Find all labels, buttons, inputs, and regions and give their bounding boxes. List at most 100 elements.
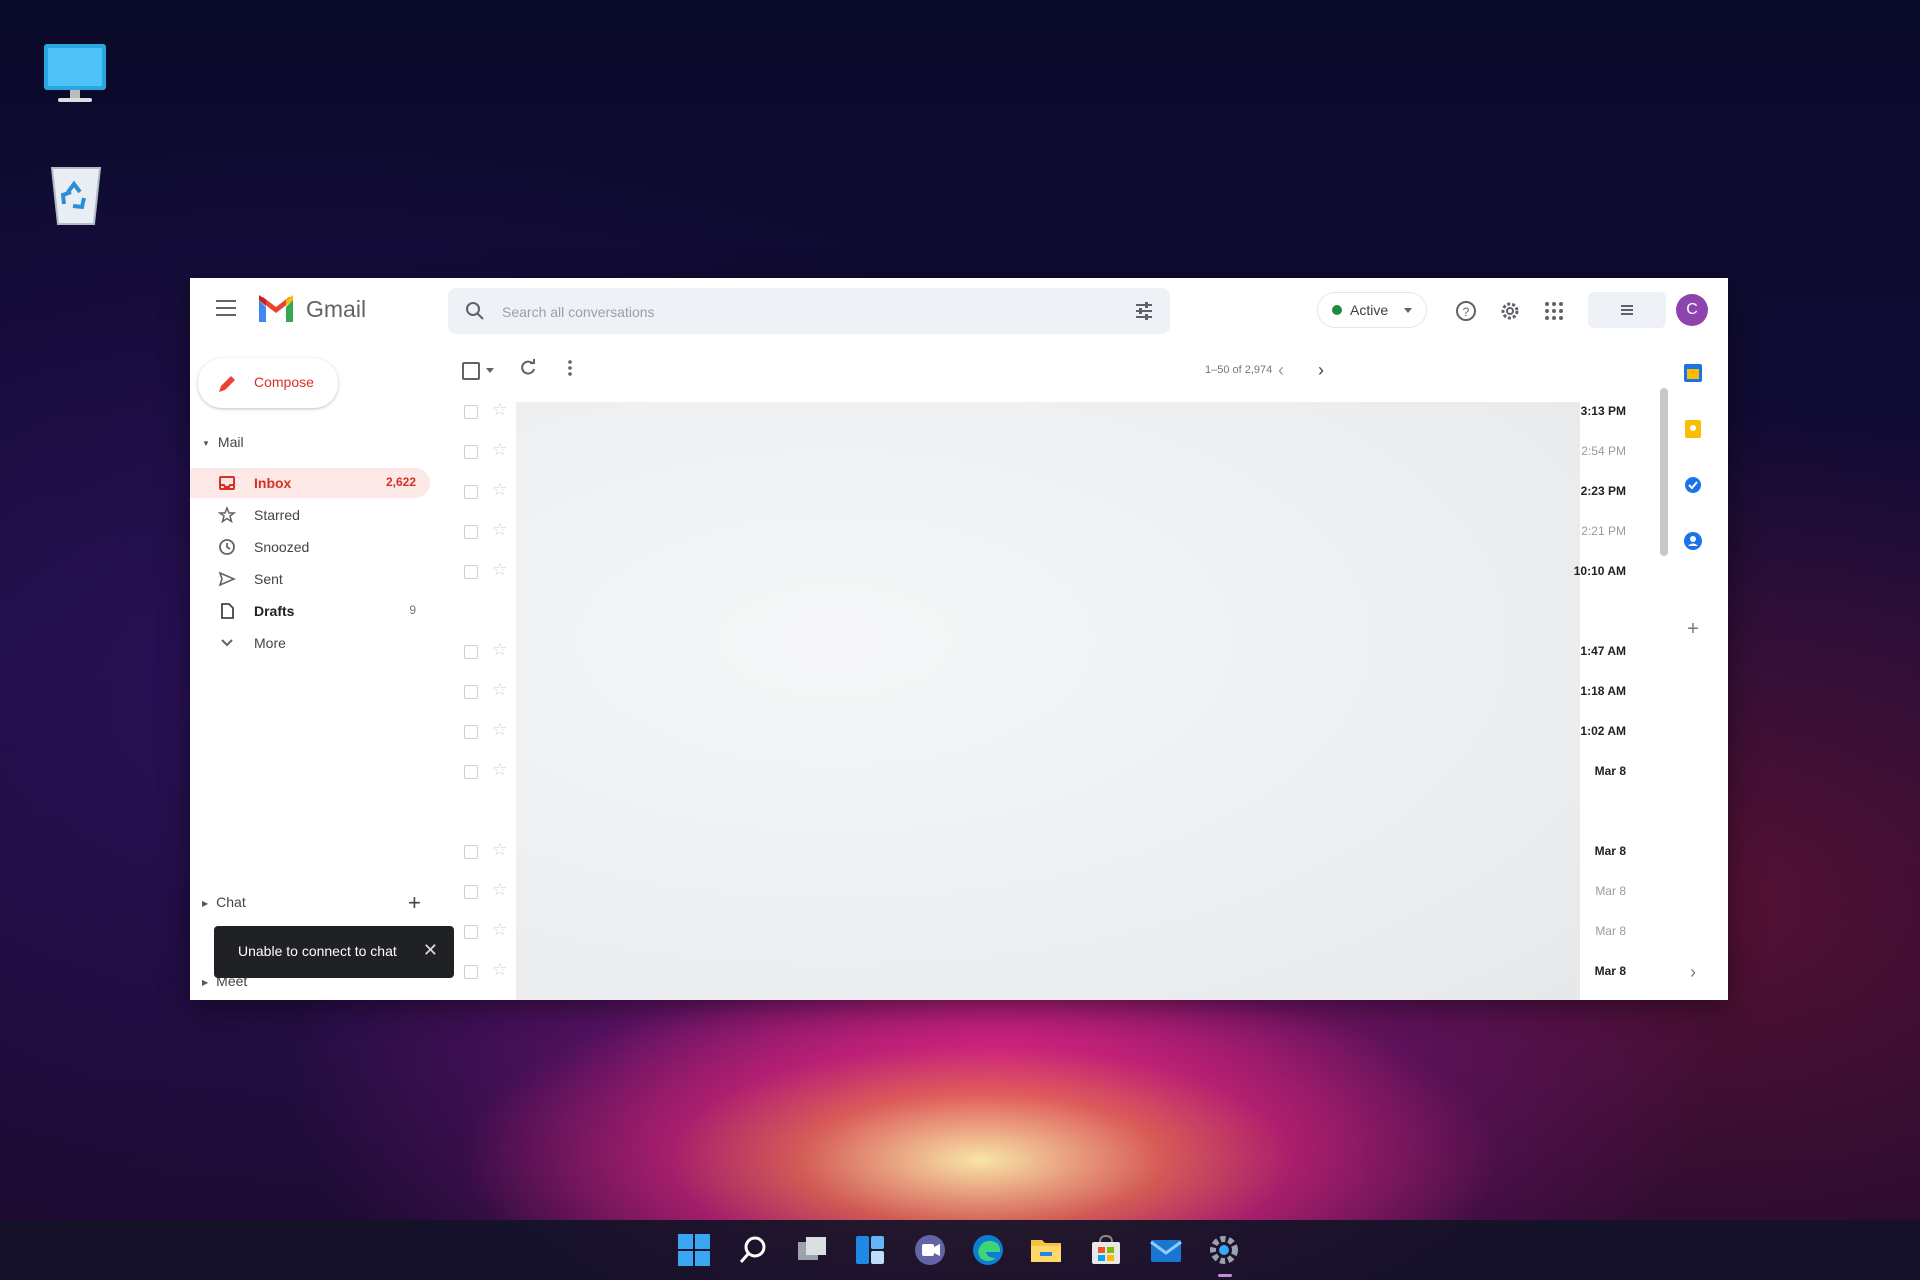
row-time: 10:10 AM	[1574, 564, 1626, 578]
table-row[interactable]: ☆ 1:47 AM	[460, 632, 1660, 672]
this-pc-icon[interactable]	[40, 40, 112, 112]
row-time: Mar 8	[1595, 844, 1626, 858]
chevron-right-icon[interactable]: ›	[1318, 360, 1324, 381]
star-icon[interactable]: ☆	[492, 440, 507, 460]
row-checkbox[interactable]	[464, 725, 478, 739]
sidebar-item-drafts[interactable]: Drafts 9	[190, 596, 430, 626]
refresh-icon[interactable]	[518, 358, 538, 383]
contacts-icon[interactable]	[1682, 530, 1704, 552]
table-row[interactable]: ☆ Mar 8	[460, 832, 1660, 872]
star-icon[interactable]: ☆	[492, 880, 507, 900]
row-time: 2:21 PM	[1581, 524, 1626, 538]
row-time: 1:47 AM	[1580, 644, 1626, 658]
row-checkbox[interactable]	[464, 645, 478, 659]
list-scrollbar[interactable]	[1660, 388, 1668, 556]
table-row[interactable]: ☆1:02 AM	[460, 712, 1660, 752]
add-addon-plus-icon[interactable]: +	[1682, 618, 1704, 640]
settings-gear-icon[interactable]	[1498, 299, 1522, 323]
table-row[interactable]: ☆Mar 8	[460, 952, 1660, 992]
table-row[interactable]: ☆2:23 PM	[460, 472, 1660, 512]
sidebar-item-snoozed[interactable]: Snoozed	[190, 532, 430, 562]
search-options-icon[interactable]	[1134, 301, 1154, 326]
row-checkbox[interactable]	[464, 925, 478, 939]
star-icon[interactable]: ☆	[492, 400, 507, 420]
settings-icon[interactable]	[1206, 1232, 1242, 1268]
star-icon[interactable]: ☆	[492, 720, 507, 740]
store-icon[interactable]	[1088, 1232, 1124, 1268]
table-row[interactable]: ☆3:13 PM	[460, 392, 1660, 432]
row-checkbox[interactable]	[464, 965, 478, 979]
search-input[interactable]	[500, 300, 1084, 324]
chevron-down-icon	[218, 634, 236, 652]
sidebar-item-starred[interactable]: Starred	[190, 500, 430, 530]
close-icon[interactable]: ✕	[423, 940, 438, 961]
drafts-count: 9	[409, 603, 416, 617]
task-view-icon[interactable]	[794, 1232, 830, 1268]
table-row[interactable]: ☆Mar 8	[460, 912, 1660, 952]
table-row[interactable]: ☆Mar 8	[460, 872, 1660, 912]
select-all-checkbox[interactable]	[462, 362, 480, 380]
gmail-logo-icon[interactable]	[256, 294, 296, 329]
search-icon[interactable]	[736, 1232, 772, 1268]
sidebar-item-sent[interactable]: Sent	[190, 564, 430, 594]
table-row[interactable]: ☆ 2:21 PM	[460, 512, 1660, 552]
calendar-icon[interactable]	[1682, 362, 1704, 384]
sidebar-item-inbox[interactable]: Inbox 2,622	[190, 468, 430, 498]
mail-icon[interactable]	[1148, 1232, 1184, 1268]
teams-chat-icon[interactable]	[912, 1232, 948, 1268]
clock-icon	[218, 538, 236, 556]
table-row[interactable]: ☆Mar 8	[460, 752, 1660, 792]
caret-right-icon: ▶	[202, 899, 208, 908]
compose-button[interactable]: Compose	[198, 358, 338, 408]
account-brand-box[interactable]	[1588, 292, 1666, 328]
star-icon[interactable]: ☆	[492, 840, 507, 860]
widgets-icon[interactable]	[852, 1232, 888, 1268]
apps-grid-icon[interactable]	[1542, 299, 1566, 323]
status-selector[interactable]: Active	[1318, 293, 1426, 327]
row-checkbox[interactable]	[464, 565, 478, 579]
table-row[interactable]: ☆ 10:10 AM	[460, 552, 1660, 592]
star-icon[interactable]: ☆	[492, 680, 507, 700]
row-checkbox[interactable]	[464, 845, 478, 859]
edge-icon[interactable]	[970, 1232, 1006, 1268]
caret-down-icon: ▼	[202, 439, 210, 448]
star-icon[interactable]: ☆	[492, 760, 507, 780]
row-checkbox[interactable]	[464, 525, 478, 539]
row-checkbox[interactable]	[464, 405, 478, 419]
sidebar-item-more[interactable]: More	[190, 628, 430, 658]
table-row[interactable]: ☆1:18 AM	[460, 672, 1660, 712]
search-bar[interactable]	[448, 288, 1170, 334]
hamburger-menu-icon[interactable]	[216, 300, 236, 318]
avatar[interactable]: C	[1676, 294, 1708, 326]
star-icon[interactable]: ☆	[492, 960, 507, 980]
help-icon[interactable]: ?	[1454, 299, 1478, 323]
table-row[interactable]: ☆2:54 PM	[460, 432, 1660, 472]
chat-section-toggle[interactable]: ▶Chat	[202, 894, 246, 910]
expand-panel-chevron-icon[interactable]: ›	[1682, 962, 1704, 984]
recycle-bin-icon[interactable]	[40, 158, 112, 230]
row-checkbox[interactable]	[464, 685, 478, 699]
start-icon[interactable]	[676, 1232, 712, 1268]
status-dot	[1332, 305, 1342, 315]
select-options-caret-icon[interactable]	[486, 368, 494, 373]
keep-icon[interactable]	[1682, 418, 1704, 440]
star-icon[interactable]: ☆	[492, 520, 507, 540]
chevron-left-icon[interactable]: ‹	[1278, 360, 1284, 381]
star-icon[interactable]: ☆	[492, 480, 507, 500]
status-label: Active	[1350, 302, 1388, 318]
row-checkbox[interactable]	[464, 765, 478, 779]
row-checkbox[interactable]	[464, 485, 478, 499]
gmail-window: Gmail Active ? C	[190, 278, 1728, 1000]
row-checkbox[interactable]	[464, 445, 478, 459]
file-explorer-icon[interactable]	[1028, 1232, 1064, 1268]
star-icon[interactable]: ☆	[492, 560, 507, 580]
row-checkbox[interactable]	[464, 885, 478, 899]
star-icon[interactable]: ☆	[492, 920, 507, 940]
mail-section-toggle[interactable]: ▼Mail	[202, 434, 244, 450]
tasks-icon[interactable]	[1682, 474, 1704, 496]
star-icon[interactable]: ☆	[492, 640, 507, 660]
more-vert-icon[interactable]	[560, 358, 580, 383]
inbox-icon	[218, 474, 236, 492]
new-chat-plus-icon[interactable]: +	[408, 890, 421, 916]
search-icon[interactable]	[464, 300, 486, 327]
